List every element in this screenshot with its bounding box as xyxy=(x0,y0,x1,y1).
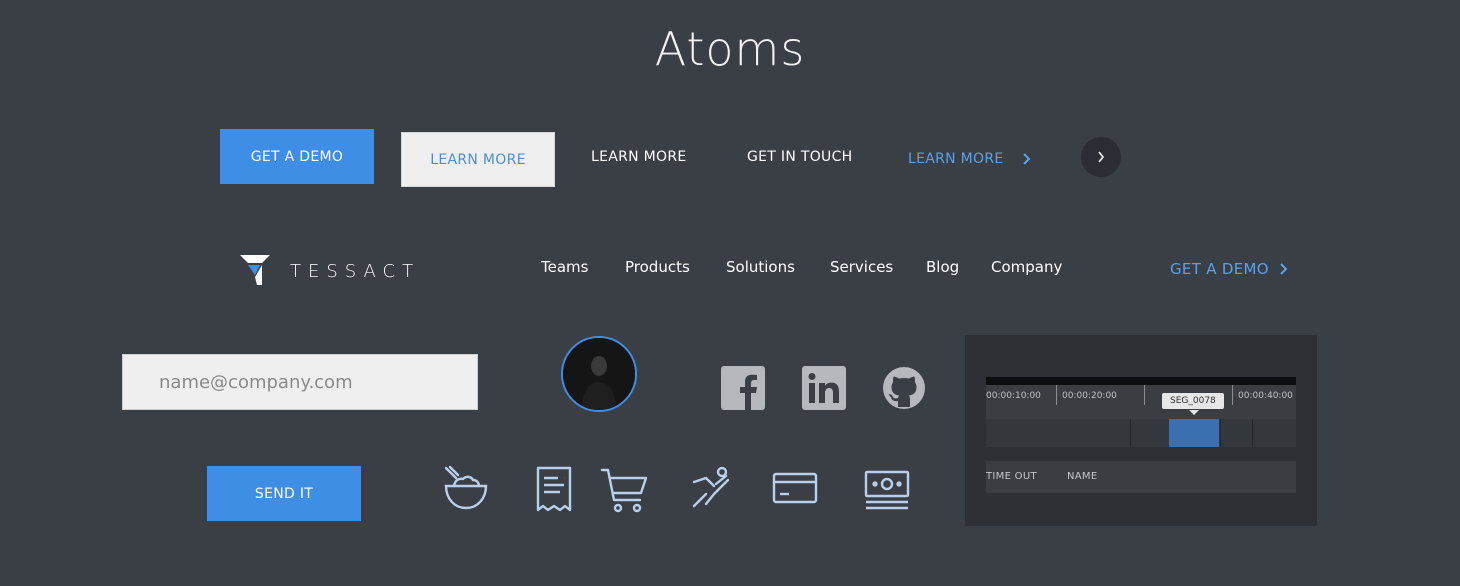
send-button[interactable]: SEND IT xyxy=(207,466,361,521)
learn-more-link-label: LEARN MORE xyxy=(908,151,1004,167)
timeline-panel: 00:00:10:00 00:00:20:00 00:00:40:00 SEG_… xyxy=(965,335,1317,526)
column-time-out: TIME OUT xyxy=(986,471,1037,482)
nav-item-teams[interactable]: Teams xyxy=(541,258,588,276)
sports-icon xyxy=(688,464,736,512)
nav-item-company[interactable]: Company xyxy=(991,258,1062,276)
tick-label: 00:00:40:00 xyxy=(1238,391,1293,401)
tessact-logo-icon xyxy=(240,255,270,285)
cart-icon xyxy=(600,466,648,514)
linkedin-icon[interactable] xyxy=(802,366,846,410)
brand-name: TESSACT xyxy=(290,260,421,282)
nav-item-products[interactable]: Products xyxy=(625,258,690,276)
chevron-right-icon xyxy=(1280,263,1288,275)
facebook-icon[interactable] xyxy=(721,366,765,410)
get-demo-button[interactable]: GET A DEMO xyxy=(220,129,374,184)
email-input[interactable] xyxy=(122,354,478,410)
nav-item-blog[interactable]: Blog xyxy=(926,258,959,276)
receipt-icon xyxy=(530,466,578,514)
chevron-right-icon xyxy=(1022,153,1030,165)
timeline-ruler: 00:00:10:00 00:00:20:00 00:00:40:00 xyxy=(986,385,1296,419)
tick-label: 00:00:20:00 xyxy=(1062,391,1117,401)
nav-item-solutions[interactable]: Solutions xyxy=(726,258,795,276)
segment-tooltip: SEG_0078 xyxy=(1162,393,1224,409)
credit-card-icon xyxy=(771,466,819,514)
tick-label: 00:00:10:00 xyxy=(986,391,1041,401)
nav-get-demo-link[interactable]: GET A DEMO xyxy=(1170,260,1289,278)
money-icon xyxy=(863,466,911,514)
learn-more-link-button[interactable]: LEARN MORE xyxy=(908,151,1032,167)
chevron-right-icon xyxy=(1098,151,1105,163)
nav-item-services[interactable]: Services xyxy=(830,258,893,276)
bowl-icon xyxy=(442,464,490,512)
page-title: Atoms xyxy=(654,22,806,76)
avatar[interactable] xyxy=(561,336,637,412)
timeline-segment[interactable] xyxy=(1169,419,1219,447)
timeline-track xyxy=(986,419,1296,447)
timeline-table-header: TIME OUT NAME xyxy=(986,461,1296,493)
brand-logo[interactable]: TESSACT xyxy=(240,255,420,287)
timeline-ruler-bar xyxy=(986,377,1296,385)
github-icon[interactable] xyxy=(882,366,926,410)
learn-more-light-button[interactable]: LEARN MORE xyxy=(401,132,555,187)
avatar-photo xyxy=(563,338,635,410)
nav-get-demo-label: GET A DEMO xyxy=(1170,260,1269,278)
get-in-touch-button[interactable]: GET IN TOUCH xyxy=(747,149,852,165)
column-name: NAME xyxy=(1067,471,1098,482)
learn-more-text-button[interactable]: LEARN MORE xyxy=(591,149,687,165)
next-circle-button[interactable] xyxy=(1081,137,1121,177)
